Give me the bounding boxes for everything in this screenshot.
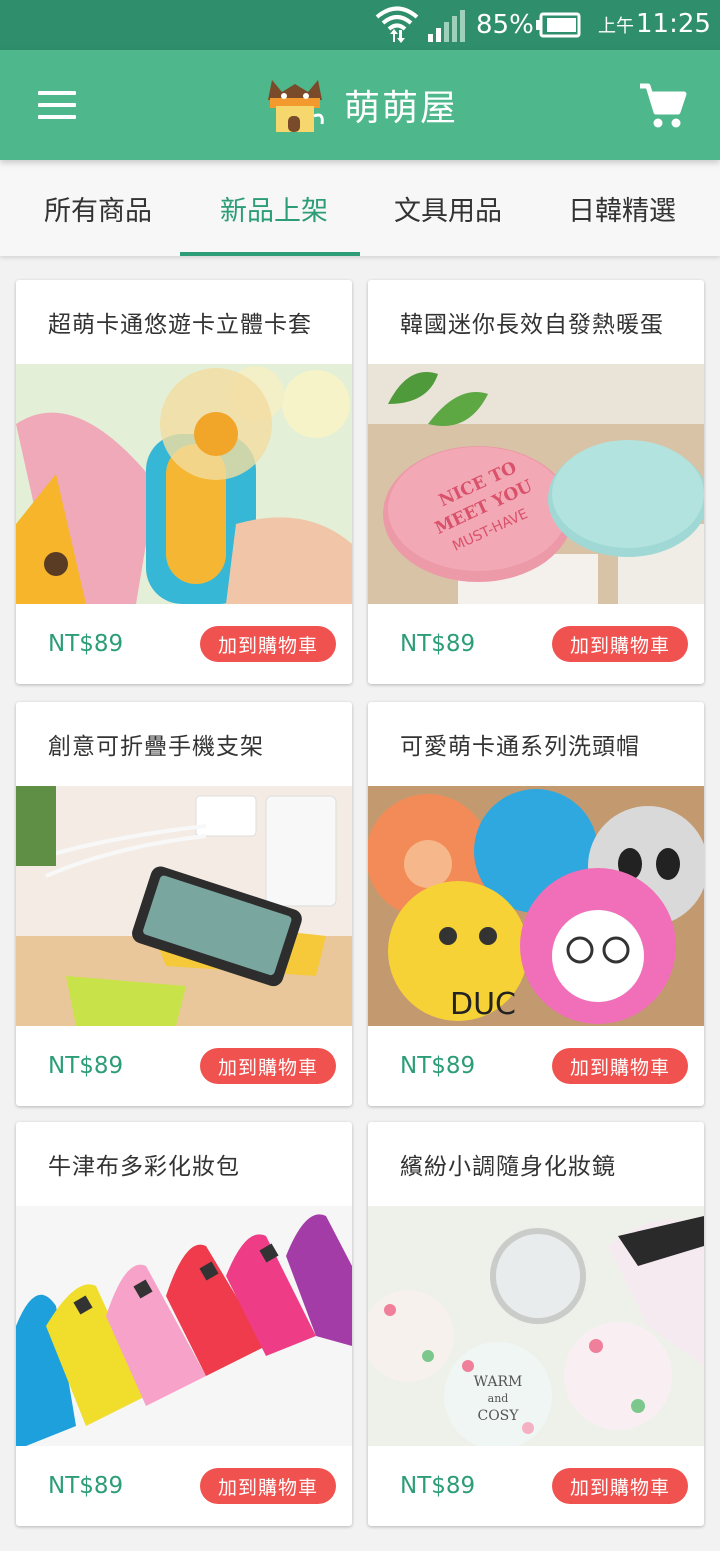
product-card[interactable]: 韓國迷你長效自發熱暖蛋 NICE TO MEET YOU MUST-HAVE N… bbox=[368, 280, 704, 684]
add-to-cart-button[interactable]: 加到購物車 bbox=[552, 626, 688, 662]
tab-japan-korea[interactable]: 日韓精選 bbox=[532, 160, 712, 256]
product-name: 超萌卡通悠遊卡立體卡套 bbox=[48, 312, 312, 338]
product-price: NT$89 bbox=[400, 1473, 476, 1499]
app-title: 萌萌屋 bbox=[344, 88, 459, 129]
product-card[interactable]: 可愛萌卡通系列洗頭帽 DUC NT$89 加到購物車 bbox=[368, 702, 704, 1106]
product-price: NT$89 bbox=[48, 1053, 124, 1079]
mini-fan-photo[interactable] bbox=[16, 364, 352, 604]
menu-icon-bar bbox=[38, 115, 76, 119]
app-bar: 萌萌屋 bbox=[0, 50, 720, 160]
clock-ampm: 上午 bbox=[598, 16, 634, 37]
product-name: 繽紛小調隨身化妝鏡 bbox=[400, 1154, 616, 1180]
battery-percent: 85% bbox=[476, 10, 534, 40]
add-to-cart-button[interactable]: 加到購物車 bbox=[552, 1048, 688, 1084]
mirror-text-3: COSY bbox=[477, 1408, 519, 1424]
active-tab-indicator bbox=[180, 252, 360, 256]
house-logo-icon bbox=[268, 80, 324, 132]
clock-time: 11:25 bbox=[636, 9, 711, 39]
menu-icon-bar bbox=[38, 103, 76, 107]
hand-warmer-photo[interactable]: NICE TO MEET YOU MUST-HAVE bbox=[368, 364, 704, 604]
phone-holder-photo[interactable] bbox=[16, 786, 352, 1026]
product-price: NT$89 bbox=[400, 1053, 476, 1079]
product-price: NT$89 bbox=[400, 631, 476, 657]
shower-caps-photo[interactable]: DUC bbox=[368, 786, 704, 1026]
wifi-icon bbox=[375, 6, 419, 43]
product-card[interactable]: 創意可折疊手機支架 NT$89 加到購物車 bbox=[16, 702, 352, 1106]
mirror-text-1: WARM bbox=[474, 1374, 523, 1390]
product-name: 創意可折疊手機支架 bbox=[48, 734, 264, 760]
product-name: 牛津布多彩化妝包 bbox=[48, 1154, 240, 1180]
add-to-cart-button[interactable]: 加到購物車 bbox=[200, 626, 336, 662]
tab-stationery[interactable]: 文具用品 bbox=[358, 160, 538, 256]
duck-text: DUC bbox=[450, 987, 516, 1022]
product-price: NT$89 bbox=[48, 1473, 124, 1499]
product-price: NT$89 bbox=[48, 631, 124, 657]
tab-new-arrivals[interactable]: 新品上架 bbox=[184, 160, 364, 256]
shopping-cart-icon bbox=[640, 83, 687, 128]
cart-button[interactable] bbox=[636, 82, 688, 130]
add-to-cart-button[interactable]: 加到購物車 bbox=[552, 1468, 688, 1504]
product-name: 韓國迷你長效自發熱暖蛋 bbox=[400, 312, 664, 338]
menu-icon bbox=[38, 91, 76, 95]
pocket-mirrors-photo[interactable]: WARM and COSY bbox=[368, 1206, 704, 1446]
product-card[interactable]: 牛津布多彩化妝包 NT$89 加到購物車 bbox=[16, 1122, 352, 1526]
menu-button[interactable] bbox=[30, 83, 82, 127]
signal-icon bbox=[428, 10, 465, 42]
product-name: 可愛萌卡通系列洗頭帽 bbox=[400, 734, 640, 760]
clock: 上午11:25 bbox=[598, 6, 711, 45]
add-to-cart-button[interactable]: 加到購物車 bbox=[200, 1468, 336, 1504]
category-tabs: 所有商品 新品上架 文具用品 日韓精選 bbox=[0, 160, 720, 256]
battery-icon bbox=[536, 12, 581, 38]
brand: 萌萌屋 bbox=[262, 74, 458, 136]
status-bar: 85% 上午11:25 bbox=[0, 0, 720, 50]
tab-all-products[interactable]: 所有商品 bbox=[8, 160, 188, 256]
product-card[interactable]: 超萌卡通悠遊卡立體卡套 NT$89 加到購物車 bbox=[16, 280, 352, 684]
cosmetic-bags-photo[interactable] bbox=[16, 1206, 352, 1446]
product-card[interactable]: 繽紛小調隨身化妝鏡 WARM and COSY NT$89 加到購物車 bbox=[368, 1122, 704, 1526]
mirror-text-2: and bbox=[488, 1392, 509, 1405]
add-to-cart-button[interactable]: 加到購物車 bbox=[200, 1048, 336, 1084]
